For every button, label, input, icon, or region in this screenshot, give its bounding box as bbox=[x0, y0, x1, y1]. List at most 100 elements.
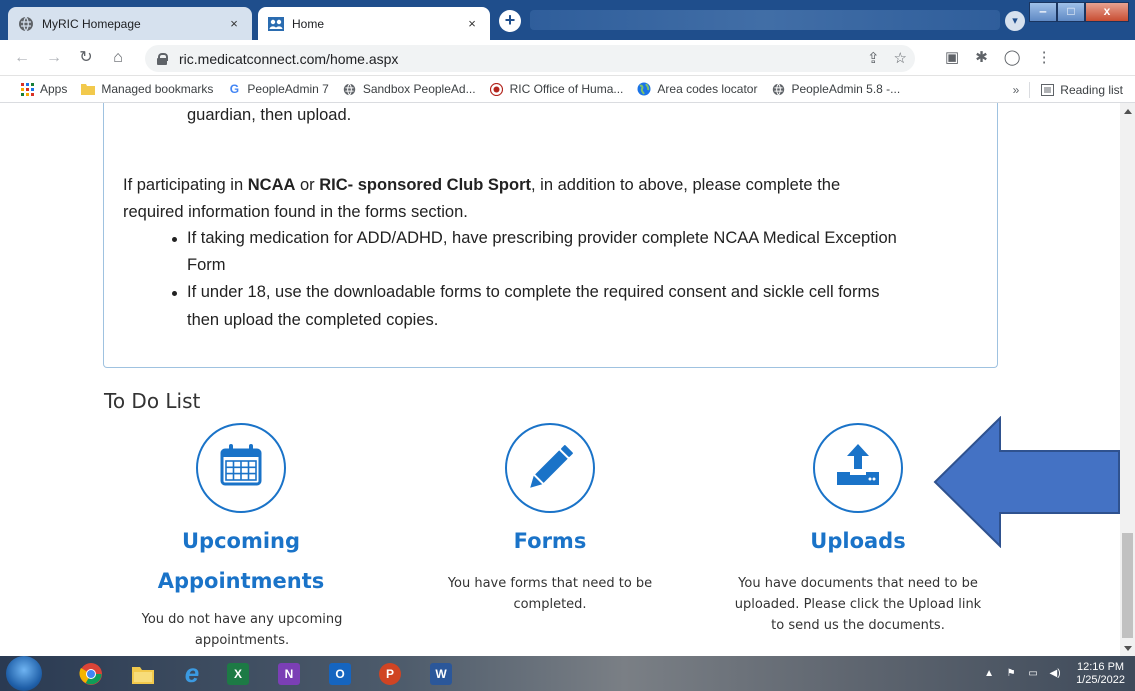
back-icon[interactable]: ← bbox=[12, 48, 32, 68]
description-line: You have forms that need to be bbox=[447, 576, 653, 591]
tab-search-icon[interactable]: ▾ bbox=[1005, 11, 1025, 31]
pencil-icon[interactable] bbox=[505, 423, 595, 513]
share-icon[interactable]: ⇪ bbox=[867, 49, 880, 67]
scrollbar-thumb[interactable] bbox=[1122, 533, 1133, 638]
close-icon[interactable]: × bbox=[226, 16, 242, 31]
file-explorer-icon[interactable] bbox=[128, 659, 158, 688]
blurred-tab-area bbox=[530, 10, 1000, 30]
profile-avatar-icon[interactable]: ◯ bbox=[1004, 48, 1021, 66]
globe-icon bbox=[343, 82, 357, 96]
clock-time: 12:16 PM bbox=[1076, 660, 1125, 673]
show-hidden-icons[interactable]: ▲ bbox=[982, 668, 996, 680]
ncaa-paragraph: If participating in NCAA or RIC- sponsor… bbox=[123, 176, 840, 195]
tab-myric-homepage[interactable]: MyRIC Homepage × bbox=[8, 7, 252, 40]
description-line: You have documents that need to be bbox=[738, 576, 978, 591]
reload-icon[interactable]: ↻ bbox=[76, 48, 96, 68]
description-line: to send us the documents. bbox=[771, 618, 945, 633]
close-window-button[interactable]: x bbox=[1085, 2, 1129, 22]
address-bar[interactable]: ric.medicatconnect.com/home.aspx ⇪ ☆ bbox=[145, 45, 915, 72]
system-tray: ▲ ⚑ ▭ ◀) 12:16 PM 1/25/2022 bbox=[974, 656, 1125, 691]
globe-icon bbox=[771, 82, 785, 96]
extension-icon[interactable]: ▣ bbox=[945, 48, 959, 66]
bookmark-peopleadmin-7[interactable]: G PeopleAdmin 7 bbox=[227, 82, 329, 96]
bookmark-sandbox-peopleadmin[interactable]: Sandbox PeopleAd... bbox=[343, 82, 476, 96]
display-icon[interactable]: ▭ bbox=[1026, 668, 1040, 680]
bookmark-label: Sandbox PeopleAd... bbox=[362, 82, 476, 96]
more-bookmarks-button[interactable]: » bbox=[1013, 83, 1020, 97]
bullet-icon bbox=[172, 291, 177, 296]
calendar-icon[interactable] bbox=[196, 423, 286, 513]
uploads-heading[interactable]: Uploads bbox=[758, 521, 958, 561]
upcoming-appointments-heading[interactable]: Upcoming Appointments bbox=[141, 521, 341, 601]
bullet-under18-text: If under 18, use the downloadable forms … bbox=[187, 283, 880, 301]
appointments-description: You do not have any upcoming appointment… bbox=[116, 609, 368, 651]
excel-icon[interactable]: X bbox=[223, 659, 253, 688]
upload-icon[interactable] bbox=[813, 423, 903, 513]
lock-icon[interactable] bbox=[157, 52, 168, 65]
browser-toolbar: ← → ↻ ⌂ ric.medicatconnect.com/home.aspx… bbox=[0, 40, 1135, 76]
globe-icon bbox=[18, 16, 34, 32]
window-controls: ‒ □ x bbox=[1029, 2, 1129, 22]
network-flag-icon[interactable]: ⚑ bbox=[1004, 668, 1018, 680]
outlook-icon[interactable]: O bbox=[325, 659, 355, 688]
ncaa-bold-text: NCAA bbox=[247, 176, 296, 194]
pointer-arrow-annotation bbox=[933, 416, 1120, 548]
windows-start-button[interactable] bbox=[6, 656, 42, 691]
description-line: uploaded. Please click the Upload link bbox=[734, 597, 982, 612]
bookmark-ric-office[interactable]: RIC Office of Huma... bbox=[490, 82, 623, 96]
forward-icon[interactable]: → bbox=[44, 48, 64, 68]
scroll-down-icon[interactable] bbox=[1124, 646, 1132, 651]
ric-icon bbox=[490, 82, 504, 96]
windows-taskbar: e X N O P W ▲ ⚑ ▭ ◀) 12:16 PM 1/25/2022 bbox=[0, 656, 1135, 691]
chrome-icon[interactable] bbox=[76, 659, 106, 688]
tab-title: MyRIC Homepage bbox=[42, 16, 141, 31]
page-scrollbar[interactable] bbox=[1120, 103, 1135, 656]
description-line: appointments. bbox=[194, 633, 290, 648]
apps-grid-icon bbox=[20, 82, 34, 96]
menu-kebab-icon[interactable]: ⋮ bbox=[1037, 48, 1052, 66]
reading-list-button[interactable]: Reading list bbox=[1040, 83, 1123, 97]
bookmark-apps[interactable]: Apps bbox=[20, 82, 67, 96]
internet-explorer-icon[interactable]: e bbox=[177, 658, 207, 688]
new-tab-button[interactable]: + bbox=[499, 10, 521, 32]
bullet-adhd-text: If taking medication for ADD/ADHD, have … bbox=[187, 229, 897, 247]
required-info-text: required information found in the forms … bbox=[123, 203, 468, 221]
text-span: , in addition to above, please complete … bbox=[531, 176, 841, 194]
bookmark-managed-bookmarks[interactable]: Managed bookmarks bbox=[81, 82, 213, 96]
onenote-icon[interactable]: N bbox=[274, 659, 304, 688]
close-icon[interactable]: × bbox=[464, 16, 480, 31]
page-viewport: guardian, then upload. If participating … bbox=[0, 103, 1120, 656]
forms-description: You have forms that need to be completed… bbox=[420, 573, 680, 615]
bookmark-area-codes[interactable]: Area codes locator bbox=[637, 82, 757, 96]
minimize-button[interactable]: ‒ bbox=[1029, 2, 1057, 22]
bookmark-star-icon[interactable]: ☆ bbox=[894, 49, 907, 67]
volume-icon[interactable]: ◀) bbox=[1048, 668, 1062, 680]
bookmark-label: PeopleAdmin 7 bbox=[247, 82, 329, 96]
uploads-description: You have documents that need to be uploa… bbox=[718, 573, 998, 636]
scroll-up-icon[interactable] bbox=[1124, 109, 1132, 114]
bookmark-label: PeopleAdmin 5.8 -... bbox=[791, 82, 901, 96]
url-text: ric.medicatconnect.com/home.aspx bbox=[179, 50, 399, 67]
word-icon[interactable]: W bbox=[426, 659, 456, 688]
guardian-text: guardian, then upload. bbox=[187, 106, 352, 124]
maximize-button[interactable]: □ bbox=[1057, 2, 1085, 22]
taskbar-clock[interactable]: 12:16 PM 1/25/2022 bbox=[1076, 661, 1125, 687]
reading-list-icon bbox=[1040, 83, 1054, 97]
club-sport-bold-text: RIC- sponsored Club Sport bbox=[319, 176, 531, 194]
forms-heading[interactable]: Forms bbox=[450, 521, 650, 561]
tab-title: Home bbox=[292, 16, 325, 31]
home-icon[interactable]: ⌂ bbox=[108, 48, 128, 68]
tab-home[interactable]: Home × bbox=[258, 7, 490, 40]
puzzle-icon[interactable]: ✱ bbox=[975, 48, 988, 66]
folder-icon bbox=[81, 82, 96, 96]
bookmark-label: Managed bookmarks bbox=[101, 82, 214, 96]
bullet-under18-text-cont: then upload the completed copies. bbox=[187, 311, 439, 329]
text-span: If participating in bbox=[123, 176, 248, 194]
heading-line: Appointments bbox=[157, 569, 325, 593]
heading-line: Upcoming bbox=[181, 529, 301, 553]
powerpoint-icon[interactable]: P bbox=[375, 659, 405, 688]
bookmark-peopleadmin-58[interactable]: PeopleAdmin 5.8 -... bbox=[771, 82, 900, 96]
instructions-box: guardian, then upload. If participating … bbox=[103, 103, 998, 368]
people-icon bbox=[268, 16, 284, 32]
reading-list-label: Reading list bbox=[1060, 82, 1123, 97]
